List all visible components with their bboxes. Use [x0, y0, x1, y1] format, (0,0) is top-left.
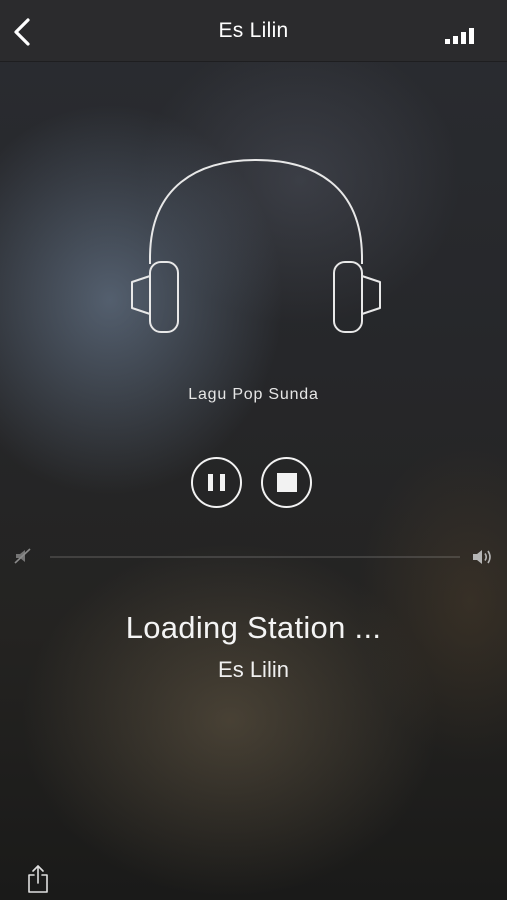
station-name: Es Lilin: [218, 657, 289, 682]
share-icon: [28, 865, 48, 893]
signal-bars-icon: [445, 28, 474, 44]
volume-mute-icon: [14, 548, 31, 564]
volume-high-icon: [473, 550, 491, 564]
share-button[interactable]: [26, 864, 50, 894]
headphones-icon: [131, 159, 381, 333]
page-title: Es Lilin: [218, 19, 289, 42]
player-screen: Es Lilin Lagu Pop Sunda Loading Station …: [0, 0, 507, 900]
stop-button[interactable]: [261, 457, 312, 508]
loading-status: Loading Station ...: [125, 610, 382, 645]
pause-button[interactable]: [191, 457, 242, 508]
stop-icon: [277, 473, 297, 492]
signal-strength-button[interactable]: [445, 28, 475, 44]
volume-slider[interactable]: [50, 556, 460, 558]
navigation-bar: Es Lilin: [0, 0, 507, 62]
genre-label: Lagu Pop Sunda: [188, 386, 319, 403]
